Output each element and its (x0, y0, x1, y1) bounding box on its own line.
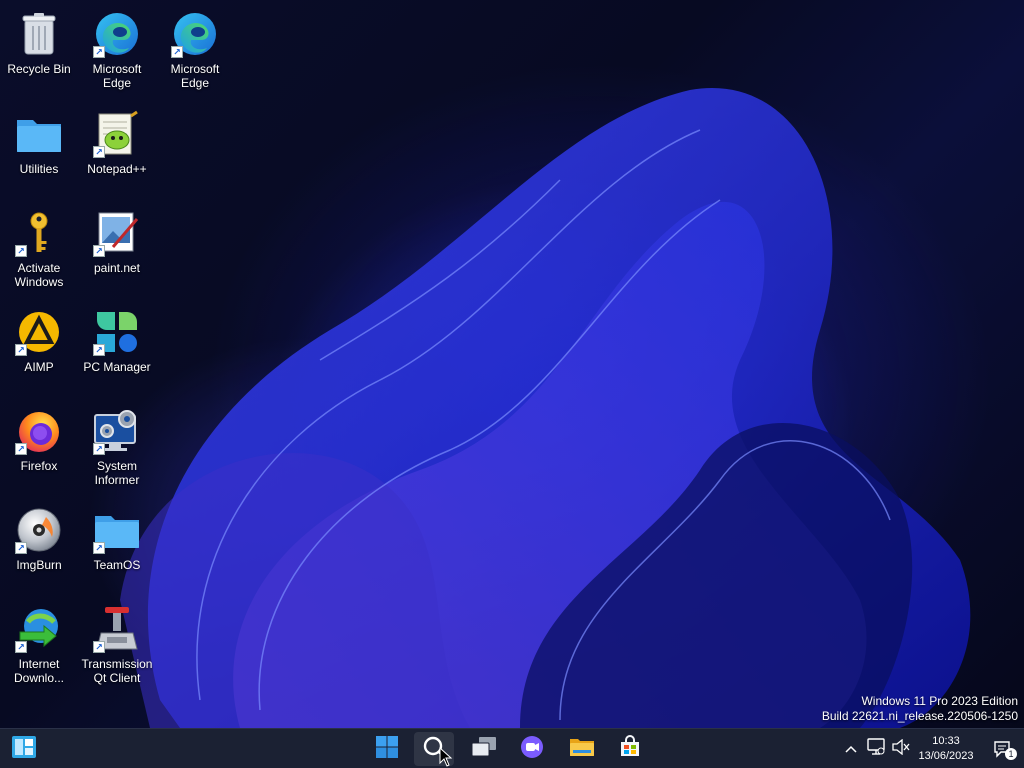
desktop-icon-system-informer[interactable]: ↗ System Informer (78, 401, 156, 491)
shortcut-arrow-icon: ↗ (15, 344, 27, 356)
file-explorer-button[interactable] (562, 732, 602, 766)
system-informer-icon: ↗ (93, 407, 141, 455)
shortcut-arrow-icon: ↗ (15, 245, 27, 257)
desktop-icon-firefox[interactable]: ↗ Firefox (0, 401, 78, 491)
desktop-icon-label: Microsoft Edge (170, 62, 220, 90)
desktop-icon-pc-manager[interactable]: ↗ PC Manager (78, 302, 156, 392)
folder-icon: ↗ (93, 506, 141, 554)
widgets-button[interactable] (4, 732, 44, 766)
file-explorer-icon (569, 736, 595, 763)
clock-date: 13/06/2023 (918, 750, 974, 762)
shortcut-arrow-icon: ↗ (171, 46, 183, 58)
desktop-icon-label: Firefox (20, 459, 58, 473)
show-hidden-icons-button[interactable] (842, 735, 860, 763)
desktop-icon-notepad-plus-plus[interactable]: ↗ Notepad++ (78, 104, 156, 194)
watermark-edition: Windows 11 Pro 2023 Edition (861, 694, 1018, 708)
transmission-icon: ↗ (93, 605, 141, 653)
taskbar: 10:33 13/06/2023 1 (0, 728, 1024, 768)
notepad-plus-plus-icon: ↗ (93, 110, 141, 158)
shortcut-arrow-icon: ↗ (15, 443, 27, 455)
watermark-build: Build 22621.ni_release.220506-1250 (821, 709, 1018, 723)
shortcut-arrow-icon: ↗ (93, 443, 105, 455)
network-icon (866, 737, 886, 761)
edge-icon: ↗ (171, 10, 219, 58)
recycle-bin-icon (15, 10, 63, 58)
desktop-icon-activate-windows[interactable]: ↗ Activate Windows (0, 203, 78, 293)
desktop-icon-transmission[interactable]: ↗ Transmission Qt Client (78, 599, 156, 689)
desktop-icon-internet-download-manager[interactable]: ↗ Internet Downlo... (0, 599, 78, 689)
paint-net-icon: ↗ (93, 209, 141, 257)
shortcut-arrow-icon: ↗ (93, 344, 105, 356)
shortcut-arrow-icon: ↗ (93, 641, 105, 653)
mouse-cursor (439, 746, 453, 768)
microsoft-store-icon (618, 734, 642, 764)
key-icon: ↗ (15, 209, 63, 257)
start-icon (375, 735, 399, 764)
shortcut-arrow-icon: ↗ (93, 542, 105, 554)
notification-count-badge: 1 (1005, 748, 1017, 760)
chat-button[interactable] (512, 732, 552, 766)
widgets-icon (11, 735, 37, 764)
desktop-icon-teamos[interactable]: ↗ TeamOS (78, 500, 156, 590)
aimp-icon: ↗ (15, 308, 63, 356)
desktop-icon-label: Recycle Bin (7, 62, 71, 76)
notification-icon: 1 (993, 740, 1017, 760)
microsoft-store-button[interactable] (610, 732, 650, 766)
task-view-button[interactable] (464, 732, 504, 766)
volume-muted-icon (892, 738, 910, 760)
desktop-icon-label: Utilities (19, 162, 59, 176)
shortcut-arrow-icon: ↗ (93, 46, 105, 58)
firefox-icon: ↗ (15, 407, 63, 455)
internet-download-manager-icon: ↗ (15, 605, 63, 653)
desktop-icon-label: System Informer (94, 459, 140, 487)
desktop-icon-aimp[interactable]: ↗ AIMP (0, 302, 78, 392)
desktop-icon-label: PC Manager (83, 360, 151, 374)
shortcut-arrow-icon: ↗ (15, 641, 27, 653)
windows-edition-watermark: Windows 11 Pro 2023 Edition Build 22621.… (822, 694, 1018, 724)
desktop-icon-label: TeamOS (93, 558, 141, 572)
desktop-icon-label: Internet Downlo... (13, 657, 65, 685)
desktop-icon-utilities[interactable]: Utilities (0, 104, 78, 194)
desktop-icon-label: Activate Windows (14, 261, 64, 289)
desktop-icon-label: paint.net (93, 261, 141, 275)
desktop-icon-label: Microsoft Edge (92, 62, 142, 90)
desktop-icon-recycle-bin[interactable]: Recycle Bin (0, 4, 78, 94)
volume-button[interactable] (890, 735, 912, 763)
desktop-icon-microsoft-edge-2[interactable]: ↗ Microsoft Edge (156, 4, 234, 94)
clock-time: 10:33 (932, 735, 960, 747)
clock-button[interactable]: 10:33 13/06/2023 (910, 734, 982, 764)
desktop-icon-label: Transmission Qt Client (81, 657, 153, 685)
shortcut-arrow-icon: ↗ (93, 146, 105, 158)
desktop-icon-paint-net[interactable]: ↗ paint.net (78, 203, 156, 293)
desktop-icon-microsoft-edge[interactable]: ↗ Microsoft Edge (78, 4, 156, 94)
shortcut-arrow-icon: ↗ (15, 542, 27, 554)
desktop-icon-imgburn[interactable]: ↗ ImgBurn (0, 500, 78, 590)
chevron-up-icon (845, 740, 857, 758)
desktop: Recycle Bin Utilities ↗ Activate Windows (0, 0, 1024, 728)
chat-icon (519, 735, 545, 764)
desktop-icon-label: ImgBurn (16, 558, 62, 572)
edge-icon: ↗ (93, 10, 141, 58)
network-button[interactable] (864, 735, 888, 763)
desktop-icon-label: Notepad++ (87, 162, 147, 176)
imgburn-icon: ↗ (15, 506, 63, 554)
notification-center-button[interactable]: 1 (990, 735, 1017, 763)
pc-manager-icon: ↗ (93, 308, 141, 356)
start-button[interactable] (367, 732, 407, 766)
desktop-icon-label: AIMP (24, 360, 54, 374)
shortcut-arrow-icon: ↗ (93, 245, 105, 257)
folder-icon (15, 110, 63, 158)
task-view-icon (471, 736, 497, 763)
